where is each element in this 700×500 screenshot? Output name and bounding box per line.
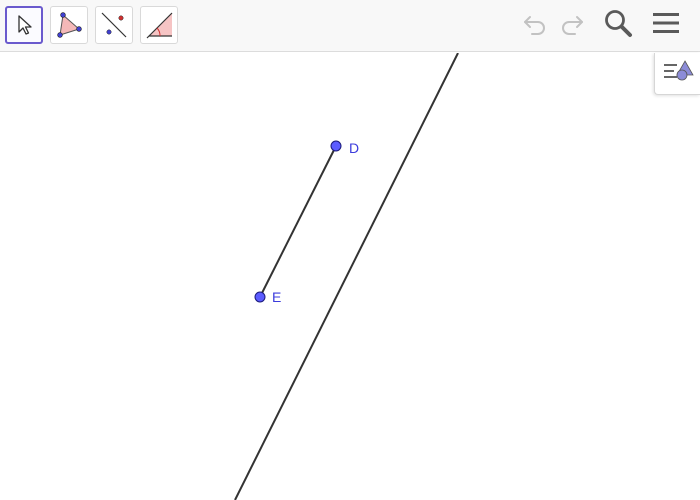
angle-icon — [144, 10, 174, 40]
undo-button[interactable] — [517, 7, 553, 43]
undo-icon — [520, 11, 550, 40]
point-E[interactable] — [254, 291, 266, 303]
move-tool-button[interactable] — [5, 6, 43, 44]
search-button[interactable] — [600, 7, 636, 43]
line-f[interactable] — [234, 53, 459, 500]
toolbar — [0, 0, 700, 52]
line-through-points-icon — [99, 10, 129, 40]
main-menu-button[interactable] — [648, 7, 684, 43]
point-D[interactable] — [330, 140, 342, 152]
graphics-view[interactable]: D E — [0, 53, 700, 500]
angle-tool-button[interactable] — [140, 6, 178, 44]
move-pointer-icon — [13, 13, 35, 37]
geogebra-app: D E — [0, 0, 700, 500]
point-label-D: D — [349, 140, 360, 156]
polygon-tool-button[interactable] — [50, 6, 88, 44]
redo-button[interactable] — [554, 7, 590, 43]
redo-icon — [557, 11, 587, 40]
segment-DE[interactable] — [259, 145, 337, 298]
point-label-E: E — [272, 289, 282, 305]
search-icon — [602, 7, 634, 44]
line-through-points-tool-button[interactable] — [95, 6, 133, 44]
polygon-icon — [54, 10, 84, 40]
hamburger-menu-icon — [651, 10, 681, 41]
